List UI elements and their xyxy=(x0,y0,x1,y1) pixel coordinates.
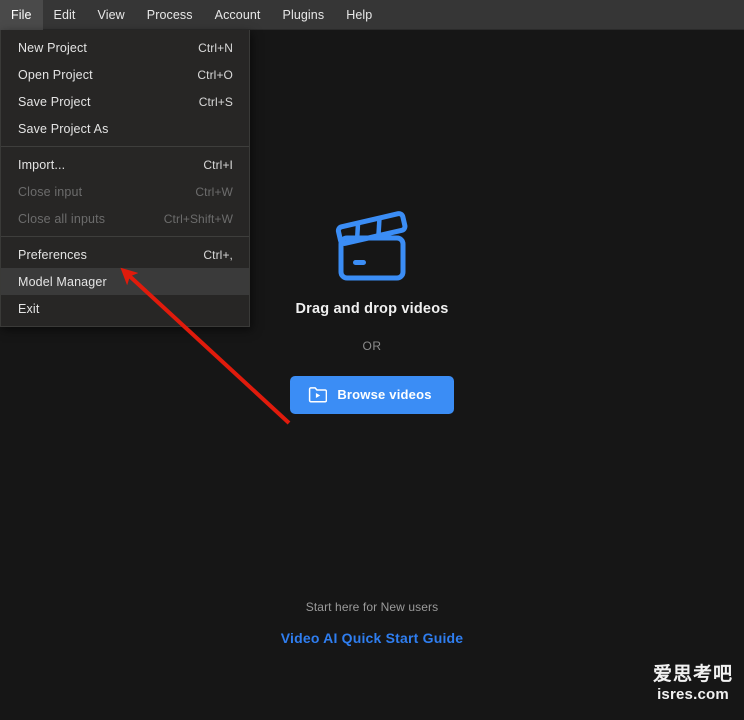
menu-item-model-manager-label: Model Manager xyxy=(18,274,107,289)
menu-item-close-all-inputs: Close all inputs Ctrl+Shift+W xyxy=(1,205,249,232)
menu-item-save-project-shortcut: Ctrl+S xyxy=(198,94,233,109)
menu-item-new-project-label: New Project xyxy=(18,40,88,55)
watermark-chinese: 爱思考吧 xyxy=(652,664,733,685)
menu-item-close-input-shortcut: Ctrl+W xyxy=(195,184,233,199)
menubar-item-view[interactable]: View xyxy=(87,0,136,30)
menu-bar: File Edit View Process Account Plugins H… xyxy=(0,0,744,30)
menu-item-close-input-label: Close input xyxy=(18,184,83,199)
menu-item-save-project-as-label: Save Project As xyxy=(18,121,109,136)
menu-item-preferences-shortcut: Ctrl+, xyxy=(203,247,233,262)
menu-item-model-manager[interactable]: Model Manager xyxy=(1,268,249,295)
menubar-item-file-label: File xyxy=(11,7,32,22)
menu-item-new-project-shortcut: Ctrl+N xyxy=(198,40,233,55)
menu-item-preferences-label: Preferences xyxy=(18,247,88,262)
menu-item-open-project[interactable]: Open Project Ctrl+O xyxy=(1,61,249,88)
footer-links: Start here for New users Video AI Quick … xyxy=(0,600,744,646)
menu-item-save-project-label: Save Project xyxy=(18,94,91,109)
menubar-item-plugins[interactable]: Plugins xyxy=(272,0,336,30)
menu-item-new-project[interactable]: New Project Ctrl+N xyxy=(1,34,249,61)
menu-item-preferences[interactable]: Preferences Ctrl+, xyxy=(1,241,249,268)
watermark: 爱思考吧 isres.com xyxy=(653,664,733,704)
menu-item-import-shortcut: Ctrl+I xyxy=(203,157,233,172)
browse-videos-label: Browse videos xyxy=(337,387,432,402)
menu-separator-2 xyxy=(1,236,249,237)
menu-item-import[interactable]: Import... Ctrl+I xyxy=(1,151,249,178)
dropzone-or-label: OR xyxy=(362,338,382,353)
menu-item-exit[interactable]: Exit xyxy=(1,295,249,322)
menu-item-save-project[interactable]: Save Project Ctrl+S xyxy=(1,88,249,115)
file-dropdown-menu: New Project Ctrl+N Open Project Ctrl+O S… xyxy=(0,30,250,327)
quick-start-guide-link[interactable]: Video AI Quick Start Guide xyxy=(281,630,464,646)
menu-item-save-project-as[interactable]: Save Project As xyxy=(1,115,249,142)
watermark-domain: isres.com xyxy=(657,686,729,703)
menubar-item-account[interactable]: Account xyxy=(204,0,272,30)
menu-item-open-project-shortcut: Ctrl+O xyxy=(197,67,233,82)
menubar-item-account-label: Account xyxy=(214,7,261,22)
menu-item-exit-label: Exit xyxy=(18,301,40,316)
menu-item-open-project-label: Open Project xyxy=(18,67,93,82)
menubar-item-edit[interactable]: Edit xyxy=(43,0,87,30)
menubar-item-edit-label: Edit xyxy=(53,7,76,22)
dropzone-title: Drag and drop videos xyxy=(295,300,449,317)
menu-item-close-input: Close input Ctrl+W xyxy=(1,178,249,205)
menubar-item-process-label: Process xyxy=(146,7,193,22)
menubar-item-process[interactable]: Process xyxy=(136,0,204,30)
footer-hint-text: Start here for New users xyxy=(305,600,439,614)
menubar-item-help-label: Help xyxy=(346,7,373,22)
menu-item-import-label: Import... xyxy=(18,157,66,172)
application-window: File Edit View Process Account Plugins H… xyxy=(0,0,744,720)
menubar-item-plugins-label: Plugins xyxy=(282,7,325,22)
menubar-item-help[interactable]: Help xyxy=(335,0,383,30)
folder-play-icon xyxy=(308,386,328,403)
menu-separator-1 xyxy=(1,146,249,147)
menubar-item-view-label: View xyxy=(97,7,125,22)
menubar-item-file[interactable]: File xyxy=(0,0,43,30)
menu-item-close-all-inputs-shortcut: Ctrl+Shift+W xyxy=(163,211,233,226)
browse-videos-button[interactable]: Browse videos xyxy=(290,375,454,414)
clapperboard-icon xyxy=(327,207,417,287)
menu-item-close-all-inputs-label: Close all inputs xyxy=(18,211,106,226)
